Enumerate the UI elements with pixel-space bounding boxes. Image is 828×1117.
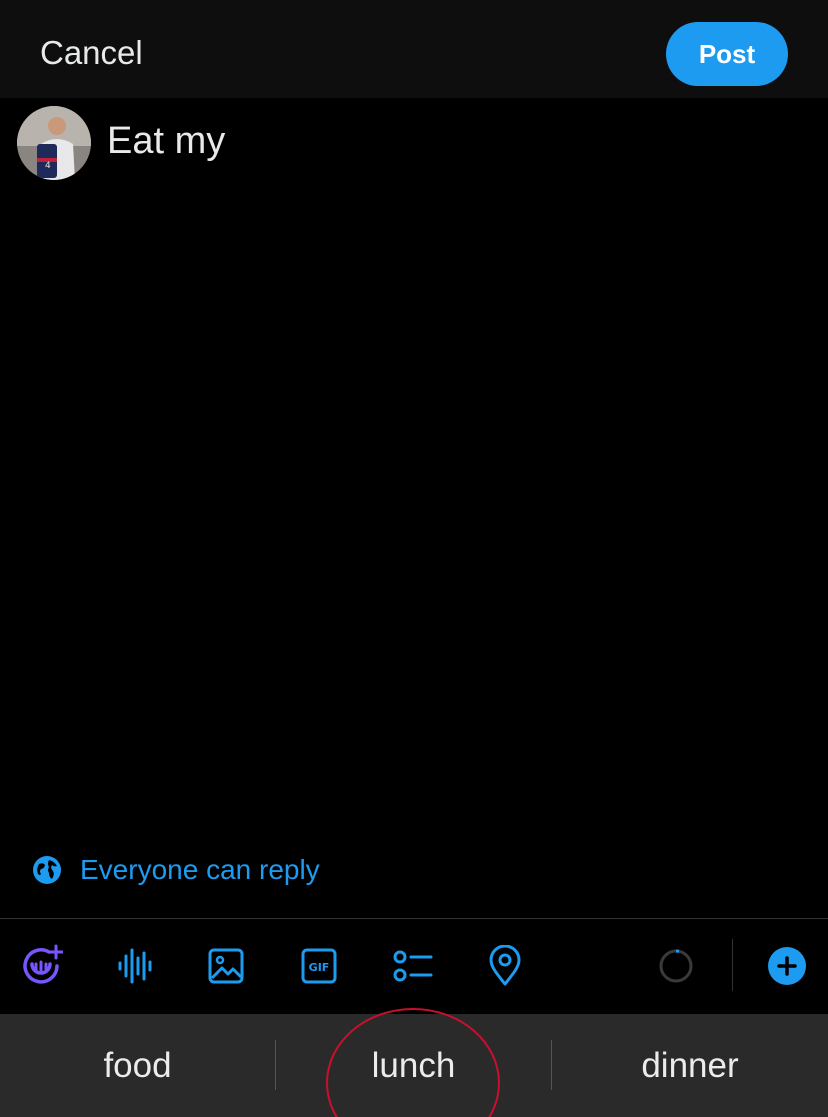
post-button[interactable]: Post bbox=[666, 22, 788, 86]
reply-setting-button[interactable]: Everyone can reply bbox=[32, 850, 320, 890]
grok-image-plus-icon bbox=[23, 944, 63, 984]
globe-icon bbox=[33, 856, 61, 884]
audio-waveform-icon bbox=[118, 948, 152, 984]
add-thread-button[interactable] bbox=[764, 943, 810, 989]
audio-button[interactable] bbox=[111, 943, 157, 989]
cancel-button[interactable]: Cancel bbox=[40, 34, 143, 72]
gif-button[interactable]: GIF bbox=[296, 943, 342, 989]
keyboard-suggestion-bar: food lunch dinner bbox=[0, 1014, 828, 1117]
suggestion-item[interactable]: dinner bbox=[552, 1014, 828, 1117]
compose-text-input[interactable]: Eat my bbox=[107, 120, 225, 163]
character-count-ring-icon bbox=[659, 949, 693, 983]
gif-icon: GIF bbox=[301, 948, 337, 984]
poll-button[interactable] bbox=[389, 943, 435, 989]
image-button[interactable] bbox=[203, 943, 249, 989]
gif-icon-text: GIF bbox=[309, 961, 330, 974]
suggestion-item[interactable]: food bbox=[0, 1014, 275, 1117]
grok-image-button[interactable] bbox=[18, 943, 64, 989]
character-count-indicator bbox=[653, 943, 699, 989]
reply-setting-label: Everyone can reply bbox=[80, 854, 320, 885]
location-pin-icon bbox=[489, 945, 521, 986]
location-button[interactable] bbox=[482, 943, 528, 989]
image-icon bbox=[208, 948, 244, 984]
avatar[interactable]: 4 bbox=[17, 106, 91, 180]
toolbar-separator bbox=[732, 939, 733, 991]
compose-toolbar: GIF bbox=[0, 919, 828, 1014]
suggestion-item[interactable]: lunch bbox=[276, 1014, 551, 1117]
compose-header: Cancel Post bbox=[0, 0, 828, 98]
user-avatar-photo: 4 bbox=[17, 106, 91, 180]
add-thread-plus-icon bbox=[768, 947, 806, 985]
svg-text:4: 4 bbox=[45, 161, 51, 171]
poll-list-icon bbox=[393, 950, 433, 982]
